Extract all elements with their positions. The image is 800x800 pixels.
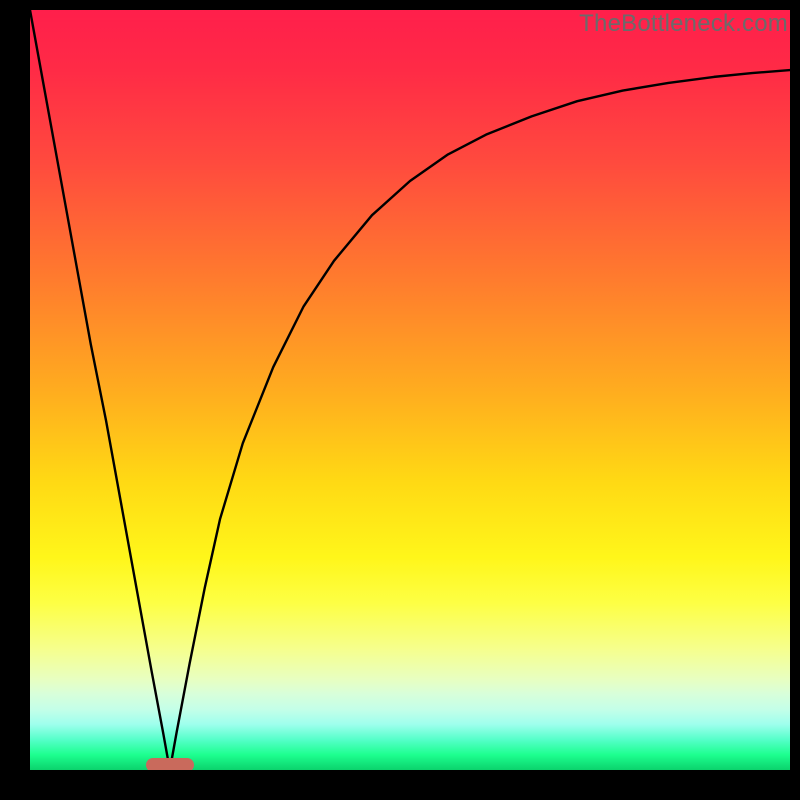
plot-area <box>30 10 790 770</box>
watermark-text: TheBottleneck.com <box>579 10 788 38</box>
chart-frame: TheBottleneck.com <box>0 0 800 800</box>
bottleneck-curve <box>30 10 790 770</box>
optimal-range-marker <box>146 758 194 770</box>
